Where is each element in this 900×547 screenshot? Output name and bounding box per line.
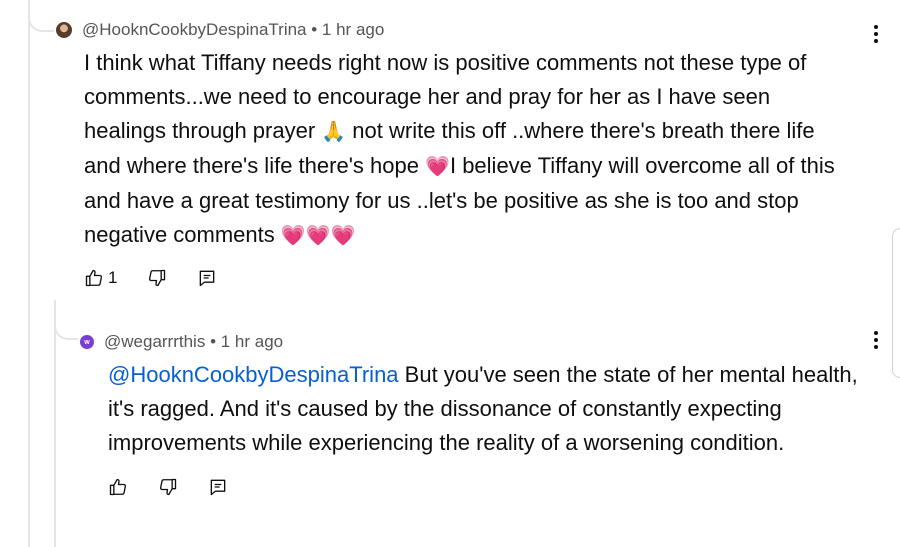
hearts-emoji: 💗💗💗 [280,225,356,247]
thread-connector [28,0,54,32]
mention-link[interactable]: @HooknCookbyDespinaTrina [108,362,399,387]
avatar[interactable]: w [80,335,94,349]
comment-actions: 1 [84,265,856,291]
thread-line [28,0,30,547]
comment: @HooknCookbyDespinaTrina • 1 hr ago I th… [56,18,856,291]
comments-thread: @HooknCookbyDespinaTrina • 1 hr ago I th… [0,0,900,547]
like-button[interactable] [108,477,128,497]
reply-icon [200,270,215,287]
thumbs-up-icon [109,478,127,496]
comment-text: @HooknCookbyDespinaTrina But you've seen… [108,358,868,460]
reply-button[interactable] [208,477,228,497]
praying-hands-emoji: 🙏 [321,121,347,143]
more-vertical-icon[interactable] [866,328,886,352]
comment-header: w @wegarrrthis • 1 hr ago [80,330,870,354]
comment-meta: @HooknCookbyDespinaTrina • 1 hr ago [82,20,384,40]
thumbs-down-icon [149,269,166,287]
comment-actions [108,474,870,500]
comment-header: @HooknCookbyDespinaTrina • 1 hr ago [56,18,856,42]
comment-time[interactable]: 1 hr ago [322,20,384,39]
comment-text: I think what Tiffany needs right now is … [84,46,854,253]
comment-author[interactable]: @HooknCookbyDespinaTrina [82,20,307,39]
comment-meta: @wegarrrthis • 1 hr ago [104,332,283,352]
meta-separator: • [306,20,322,39]
reply-connector [54,300,78,340]
more-vertical-icon[interactable] [866,22,886,46]
like-button[interactable]: 1 [84,268,147,288]
thumbs-up-icon [85,269,103,287]
thumbs-down-icon [159,478,177,496]
reply-button[interactable] [197,268,217,288]
avatar[interactable] [56,22,72,38]
comment-author[interactable]: @wegarrrthis [104,332,205,351]
meta-separator: • [205,332,221,351]
dislike-button[interactable] [158,477,178,497]
scroll-indicator[interactable] [892,228,900,378]
reply-thread-line [54,300,56,547]
reply-comment: w @wegarrrthis • 1 hr ago @HooknCookbyDe… [80,330,870,500]
comment-time[interactable]: 1 hr ago [221,332,283,351]
heart-emoji: 💗 [425,156,450,178]
dislike-button[interactable] [147,268,167,288]
like-count: 1 [108,268,118,287]
reply-icon [210,479,226,496]
